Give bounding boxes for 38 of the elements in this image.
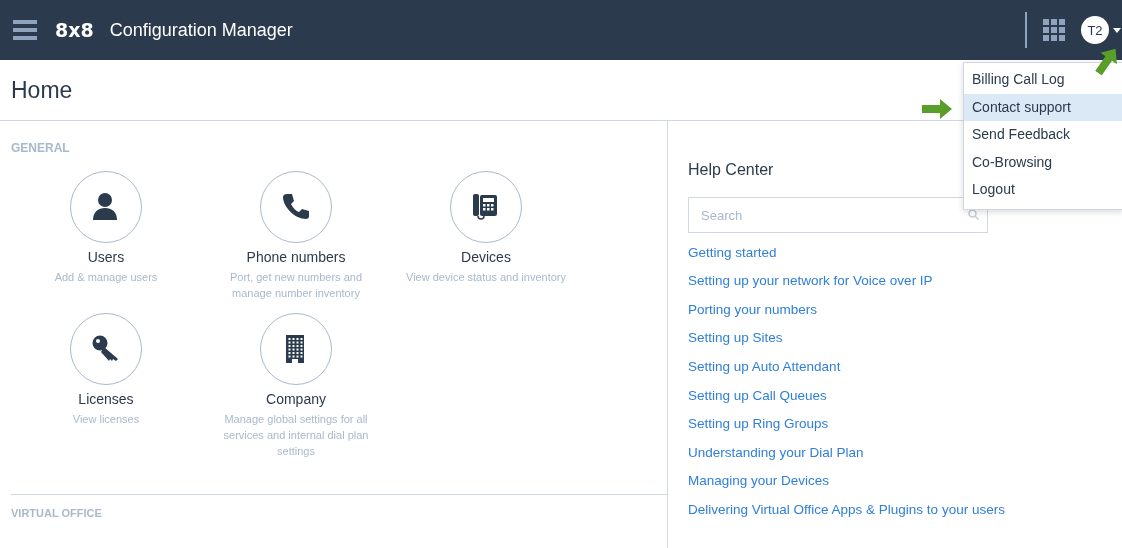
menu-item[interactable]: Send Feedback xyxy=(964,121,1122,149)
phone-icon xyxy=(281,192,311,222)
search-field[interactable]: Search xyxy=(688,197,988,233)
caret-icon[interactable] xyxy=(1113,27,1121,33)
key-icon xyxy=(91,334,121,364)
help-link[interactable]: Setting up Auto Attendant xyxy=(688,357,841,376)
help-link[interactable]: Setting up Ring Groups xyxy=(688,415,829,434)
tile-title[interactable]: Phone numbers xyxy=(246,249,346,265)
tile-title[interactable]: Licenses xyxy=(78,391,134,407)
help-link[interactable]: Managing your Devices xyxy=(688,472,830,491)
apps-grid-icon[interactable] xyxy=(1043,19,1065,41)
help-link[interactable]: Understanding your Dial Plan xyxy=(688,443,864,462)
help-link[interactable]: Porting your numbers xyxy=(688,300,818,319)
tile-description: Add & manage users xyxy=(53,270,159,285)
help-link[interactable]: Delivering Virtual Office Apps & Plugins to your users xyxy=(688,500,1005,519)
pointer-arrow xyxy=(922,98,952,120)
menu-icon[interactable] xyxy=(13,20,37,40)
logo: 8x8 xyxy=(55,19,94,41)
menu-item[interactable]: Contact support xyxy=(964,93,1122,122)
tile-title[interactable]: Company xyxy=(266,391,326,407)
app-title: Configuration Manager xyxy=(109,19,293,41)
tile-title[interactable]: Devices xyxy=(461,249,511,265)
tile-description: Manage global settings for all services and internal dial plan settings xyxy=(222,412,370,459)
menu-item[interactable]: Co-Browsing xyxy=(964,148,1122,177)
help-center-title: Help Center xyxy=(688,161,774,179)
section-heading: VIRTUAL OFFICE xyxy=(11,507,103,519)
section-heading: GENERAL xyxy=(11,141,71,155)
tile-title[interactable]: Users xyxy=(87,249,125,265)
page-title: Home xyxy=(11,76,73,104)
tile-description: View device status and inventory xyxy=(406,270,566,285)
tile-description: View licenses xyxy=(71,412,141,427)
tile-description: Port, get new numbers and manage number inventory xyxy=(228,270,364,301)
menu-item[interactable]: Billing Call Log xyxy=(964,66,1122,94)
user-avatar[interactable]: T2 xyxy=(1081,16,1109,44)
help-link[interactable]: Getting started xyxy=(688,243,777,262)
help-link[interactable]: Setting up your network for Voice over IP xyxy=(688,272,933,291)
help-link[interactable]: Setting up Call Queues xyxy=(688,386,827,405)
help-link[interactable]: Setting up Sites xyxy=(688,329,783,348)
